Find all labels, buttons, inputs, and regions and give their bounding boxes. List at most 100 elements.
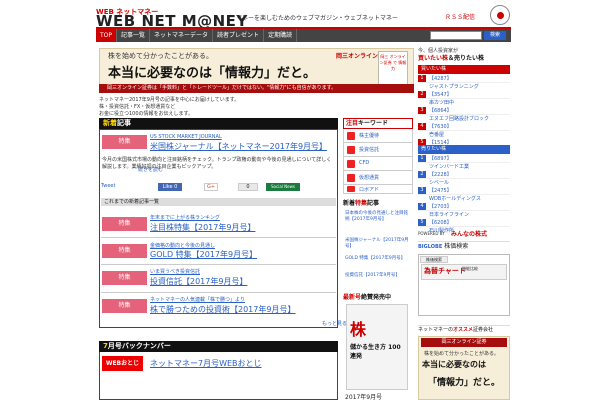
intro-line: 株・投資信託・FX・仮想通貨など: [99, 104, 176, 110]
stock-code[interactable]: 【2228】: [429, 171, 452, 178]
magazine-cover-title: 株: [350, 320, 367, 339]
ranking-title-text: ＆売りたい株: [448, 55, 485, 62]
like-button[interactable]: Like 0: [158, 183, 182, 191]
stock-name[interactable]: エヌエフ回路設計ブロック: [429, 115, 489, 122]
broker-ad-line3: 「情報力」だと。: [428, 378, 501, 388]
web-otoji-tag: WEBおとじ: [102, 356, 143, 371]
header-text: 月号バックナンバー: [107, 342, 171, 350]
keyword-item[interactable]: ロボアド: [343, 185, 413, 194]
ranking-row[interactable]: 2 【2228】: [418, 171, 510, 179]
article-subtitle[interactable]: ネットマネーの人気連載「株で勝つ」より: [150, 296, 245, 303]
ranking-row[interactable]: 1 【4287】: [418, 75, 510, 83]
recent-list-header: これまでの新着記事一覧: [101, 198, 336, 206]
article-subtitle[interactable]: 金価格の動向と今後の見通し: [150, 242, 215, 249]
gplus-button[interactable]: G+: [204, 183, 218, 191]
ranking-row[interactable]: 3 【6864】: [418, 107, 510, 115]
rank-number: 3: [418, 187, 426, 194]
keyword-item[interactable]: CFD: [343, 157, 413, 171]
keyword-item[interactable]: 株主優待: [343, 129, 413, 143]
ranking-row[interactable]: 4 【2703】: [418, 203, 510, 211]
rank-number: 4: [418, 203, 426, 210]
header-text: 新着: [343, 200, 356, 207]
keyword-item[interactable]: 投資信託: [343, 143, 413, 157]
stock-code[interactable]: 【4287】: [429, 75, 452, 82]
intro-line: ネットマネー2017年9月号の記事を中心にお届けしています。: [99, 97, 240, 103]
article-title[interactable]: GOLD 特集【2017年9月号】: [150, 249, 257, 260]
new-feature-header: 新着特集記事: [343, 198, 413, 208]
feature-link[interactable]: 投資信託【2017年9月号】: [345, 273, 411, 279]
social-news-button[interactable]: Social News: [266, 183, 300, 191]
ranking-row[interactable]: 2 【3547】: [418, 91, 510, 99]
nav-subscription[interactable]: 定期購読: [264, 29, 298, 42]
section-header-backnumber: 7月号バックナンバー: [99, 341, 338, 352]
stock-name[interactable]: WDBホールディングス: [429, 195, 481, 202]
nav-articles[interactable]: 記事一覧: [117, 29, 151, 42]
feature-more-link[interactable]: 続きを読む: [138, 166, 163, 173]
stock-name[interactable]: 日本ライフライン: [429, 211, 469, 218]
magazine-cover-subtitle: 儲かる生き方 100連発: [350, 344, 401, 360]
header-text: ネットマネーの: [418, 327, 454, 333]
keyword-label: CFD: [359, 160, 370, 166]
more-link[interactable]: もっと見る: [322, 320, 347, 327]
feature-link[interactable]: 米国株ジャーナル【2017年9月号】: [345, 238, 411, 250]
ranking-row[interactable]: 1 【6897】: [418, 155, 510, 163]
stock-code[interactable]: 【6897】: [429, 155, 452, 162]
stock-code[interactable]: 【6864】: [429, 107, 452, 114]
stock-code[interactable]: 【7630】: [429, 123, 452, 130]
ranking-title-accent: 買いたい株: [418, 55, 449, 62]
article-title[interactable]: 注目株特集【2017年9月号】: [150, 222, 255, 233]
keyword-item[interactable]: 仮想通貨: [343, 171, 413, 185]
stock-search-tab[interactable]: 株価検索: [420, 256, 448, 263]
keyword-label: 仮想通貨: [359, 175, 380, 181]
header-accent: 特集: [355, 200, 368, 207]
nav-top[interactable]: TOP: [96, 29, 118, 42]
minna-logo[interactable]: みんなの株式: [451, 229, 487, 238]
share-count[interactable]: 0: [238, 183, 258, 191]
ranking-row[interactable]: 5 【6208】: [418, 219, 510, 227]
search-input[interactable]: [430, 31, 482, 40]
nav-data[interactable]: ネットマネーデータ: [150, 29, 214, 42]
tweet-button[interactable]: Tweet: [101, 183, 115, 189]
ranking-title: 買いたい株＆売りたい株: [418, 53, 484, 62]
rank-number: 1: [418, 75, 426, 82]
stock-code[interactable]: 【3547】: [429, 91, 452, 98]
banner-line1: 株を始めて分かったことがある。: [108, 52, 213, 60]
feature-link[interactable]: GOLD 特集【2017年9月号】: [345, 256, 411, 262]
article-subtitle[interactable]: いま買うべき投資信託: [150, 268, 200, 275]
section-header-new: 新着記事: [99, 118, 338, 129]
stock-name[interactable]: ツインバード工業: [429, 163, 469, 170]
keyword-icon: [347, 174, 355, 182]
ranking-row[interactable]: 4 【7630】: [418, 123, 510, 131]
stock-name[interactable]: シベール: [429, 179, 449, 186]
article-title[interactable]: 株で勝つための投資術【2017年9月号】: [150, 304, 295, 315]
nav-present[interactable]: 読者プレゼント: [213, 29, 265, 42]
rank-number: 2: [418, 91, 426, 98]
site-tagline: マネーを楽しむためのウェブマガジン・ウェブネットマネー: [236, 15, 399, 22]
magazine-header: 最新号絶賛発売中: [343, 292, 391, 301]
stock-name[interactable]: ジャストプランニング: [429, 83, 479, 90]
row-divider: [101, 264, 336, 265]
stock-code[interactable]: 【6208】: [429, 219, 452, 226]
article-tag: 特集: [102, 217, 147, 231]
article-tag: 特集: [102, 244, 147, 258]
stock-code[interactable]: 【2475】: [429, 187, 452, 194]
stock-code[interactable]: 【2703】: [429, 203, 452, 210]
broker-logo: 岡三オンライン証券: [421, 338, 507, 347]
keyword-icon: [347, 160, 355, 168]
article-title[interactable]: 投資信託【2017年9月号】: [150, 276, 247, 287]
header-text: 記事: [367, 200, 380, 207]
backnumber-title[interactable]: ネットマネー7月号WEBおとじ: [150, 358, 262, 369]
feature-subtitle[interactable]: US STOCK MARKET JOURNAL: [150, 134, 222, 140]
rss-link[interactable]: ＲＳＳ配信: [445, 12, 475, 21]
stock-name[interactable]: 串カツ田中: [429, 99, 454, 106]
feature-link[interactable]: 日本株の今後の見通しと注目銘柄【2017年9月号】: [345, 211, 411, 223]
feature-title[interactable]: 米国株ジャーナル【ネットマネー2017年9月号】: [150, 141, 327, 152]
article-subtitle[interactable]: 年末までに上がる株ランキング: [150, 214, 220, 221]
search-button[interactable]: 検索: [484, 31, 506, 40]
feature-description: 今月の米国株式市場の動向と注目銘柄をチェック。トランプ政権の動向や今後の見通しに…: [102, 157, 332, 170]
stock-name[interactable]: 壱番屋: [429, 131, 444, 138]
recommended-broker-header: ネットマネーのオススメ証券会社: [418, 325, 510, 334]
ranking-row[interactable]: 3 【2475】: [418, 187, 510, 195]
banner-bar: 岡三オンライン証券は「手数料」と「トレードツール」だけではない。"情報力"にも自…: [99, 84, 414, 93]
rank-number: 1: [418, 155, 426, 162]
